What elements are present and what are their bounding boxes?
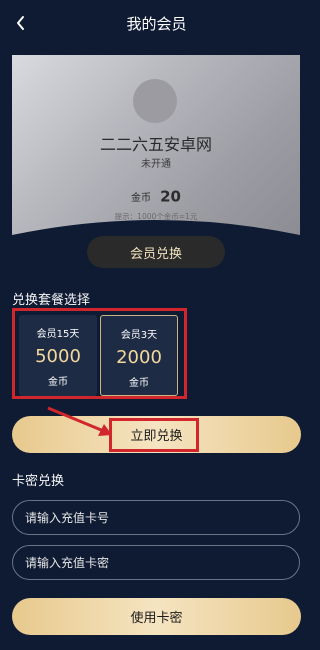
arrow-icon xyxy=(47,406,112,436)
plans-highlight-box xyxy=(12,308,187,399)
username: 二二六五安卓网 xyxy=(99,135,212,154)
header: 我的会员 xyxy=(0,0,313,48)
card-number-input[interactable] xyxy=(12,500,300,535)
coin-value: 20 xyxy=(160,187,181,206)
plans-section-title: 兑换套餐选择 xyxy=(12,293,91,308)
coin-label: 金币 xyxy=(131,193,152,204)
card-section-title: 卡密兑换 xyxy=(12,474,65,489)
coin-hint: 提示：1000个金币=1元 xyxy=(114,212,198,221)
avatar xyxy=(133,79,177,123)
use-card-button[interactable]: 使用卡密 xyxy=(12,598,301,635)
member-status: 未开通 xyxy=(141,159,171,170)
coin-balance: 金币 20 xyxy=(12,186,300,206)
card-password-input[interactable] xyxy=(12,545,300,580)
member-redeem-pill[interactable]: 会员兑换 xyxy=(87,236,225,268)
page-title: 我的会员 xyxy=(126,15,187,33)
member-card: 二二六五安卓网 未开通 金币 20 提示：1000个金币=1元 xyxy=(12,55,300,250)
